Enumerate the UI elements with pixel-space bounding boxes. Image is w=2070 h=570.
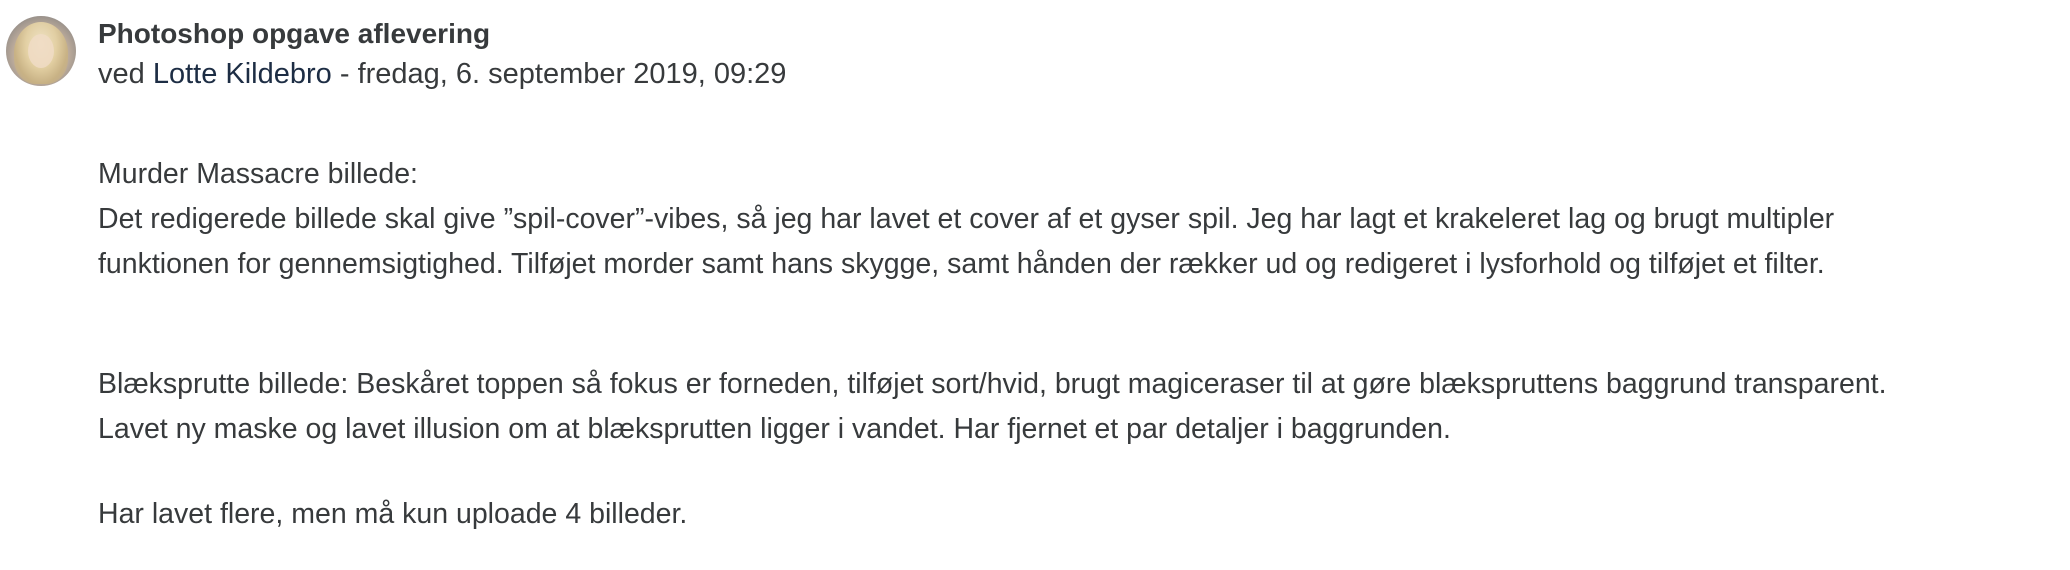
author-link[interactable]: Lotte Kildebro bbox=[153, 58, 332, 90]
post-header: Photoshop opgave aflevering ved Lotte Ki… bbox=[98, 14, 786, 94]
post-content: Murder Massacre billede: Det redigerede … bbox=[98, 152, 2058, 537]
paragraph-line: Lavet ny maske og lavet illusion om at b… bbox=[98, 413, 1451, 445]
forum-post: Photoshop opgave aflevering ved Lotte Ki… bbox=[0, 0, 2070, 570]
paragraph-line: Har lavet flere, men må kun uploade 4 bi… bbox=[98, 498, 688, 530]
paragraph-line: Murder Massacre billede: bbox=[98, 158, 418, 190]
avatar-face bbox=[28, 34, 54, 68]
post-byline: ved Lotte Kildebro - fredag, 6. septembe… bbox=[98, 54, 786, 94]
byline-prefix: ved bbox=[98, 58, 145, 90]
author-avatar[interactable] bbox=[6, 16, 76, 86]
paragraph-line: Blæksprutte billede: Beskåret toppen så … bbox=[98, 368, 1887, 400]
paragraph-line: Det redigerede billede skal give ”spil-c… bbox=[98, 203, 1835, 235]
byline-separator: - bbox=[331, 58, 358, 90]
paragraph-line: funktionen for gennemsigtighed. Tilføjet… bbox=[98, 248, 1825, 280]
post-subject: Photoshop opgave aflevering bbox=[98, 18, 491, 49]
post-date: fredag, 6. september 2019, 09:29 bbox=[357, 58, 787, 90]
